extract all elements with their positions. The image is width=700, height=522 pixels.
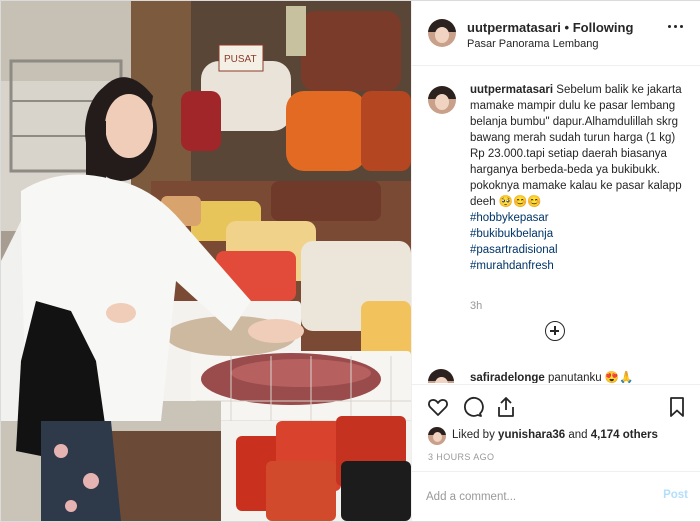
comment-body: panutanku 😍🙏 [547, 372, 634, 383]
location-link[interactable]: Pasar Panorama Lembang [467, 38, 598, 50]
likes-and: and [568, 429, 588, 441]
caption-time: 3h [470, 300, 483, 312]
author-username[interactable]: uutpermatasari [467, 20, 561, 35]
caption-section: uutpermatasari Sebelum balik ke jakarta … [412, 66, 700, 366]
caption-text: uutpermatasari Sebelum balik ke jakarta … [470, 82, 690, 274]
hashtag-link[interactable]: #murahdanfresh [470, 258, 690, 274]
caption-author-avatar[interactable] [428, 86, 456, 114]
likes-others-link[interactable]: 4,174 others [591, 429, 658, 441]
load-more-comments-button[interactable] [545, 321, 565, 341]
separator-dot: • [564, 20, 570, 35]
commenter-avatar[interactable] [428, 369, 454, 383]
post-header: uutpermatasari • Following Pasar Panoram… [412, 1, 700, 66]
market-photo: PUSAT [1, 1, 411, 521]
comment-icon[interactable] [460, 395, 484, 419]
liker-avatar[interactable] [428, 427, 446, 445]
add-comment-bar: Post [412, 471, 700, 522]
liker-username[interactable]: yunishara36 [498, 429, 565, 441]
heart-icon[interactable] [426, 395, 450, 419]
author-header-line: uutpermatasari • Following [467, 20, 633, 35]
share-icon[interactable] [494, 395, 518, 419]
likes-prefix: Liked by [452, 429, 495, 441]
caption-body: Sebelum balik ke jakarta mamake mampir d… [470, 84, 682, 208]
stall-sign-text: PUSAT [224, 54, 257, 65]
comment-text: safiradelonge panutanku 😍🙏 [470, 370, 634, 383]
following-button[interactable]: Following [573, 20, 634, 35]
comment-item: safiradelonge panutanku 😍🙏 [428, 369, 688, 383]
add-comment-input[interactable] [426, 487, 646, 507]
hashtag-link[interactable]: #hobbykepasar [470, 210, 690, 226]
likes-text: Liked by yunishara36 and 4,174 others [452, 429, 658, 441]
bookmark-icon[interactable] [665, 395, 689, 419]
commenter-username[interactable]: safiradelonge [470, 372, 545, 383]
more-options-icon[interactable] [668, 25, 686, 31]
action-bar [412, 384, 700, 429]
post-comment-button[interactable]: Post [663, 489, 688, 501]
post-photo[interactable]: PUSAT [1, 1, 411, 521]
author-avatar[interactable] [428, 19, 456, 47]
hashtag-link[interactable]: #pasartradisional [470, 242, 690, 258]
post-side-panel: uutpermatasari • Following Pasar Panoram… [411, 1, 700, 521]
hashtag-link[interactable]: #bukibukbelanja [470, 226, 690, 242]
post-timestamp[interactable]: 3 HOURS AGO [428, 452, 494, 462]
caption-username[interactable]: uutpermatasari [470, 84, 553, 96]
